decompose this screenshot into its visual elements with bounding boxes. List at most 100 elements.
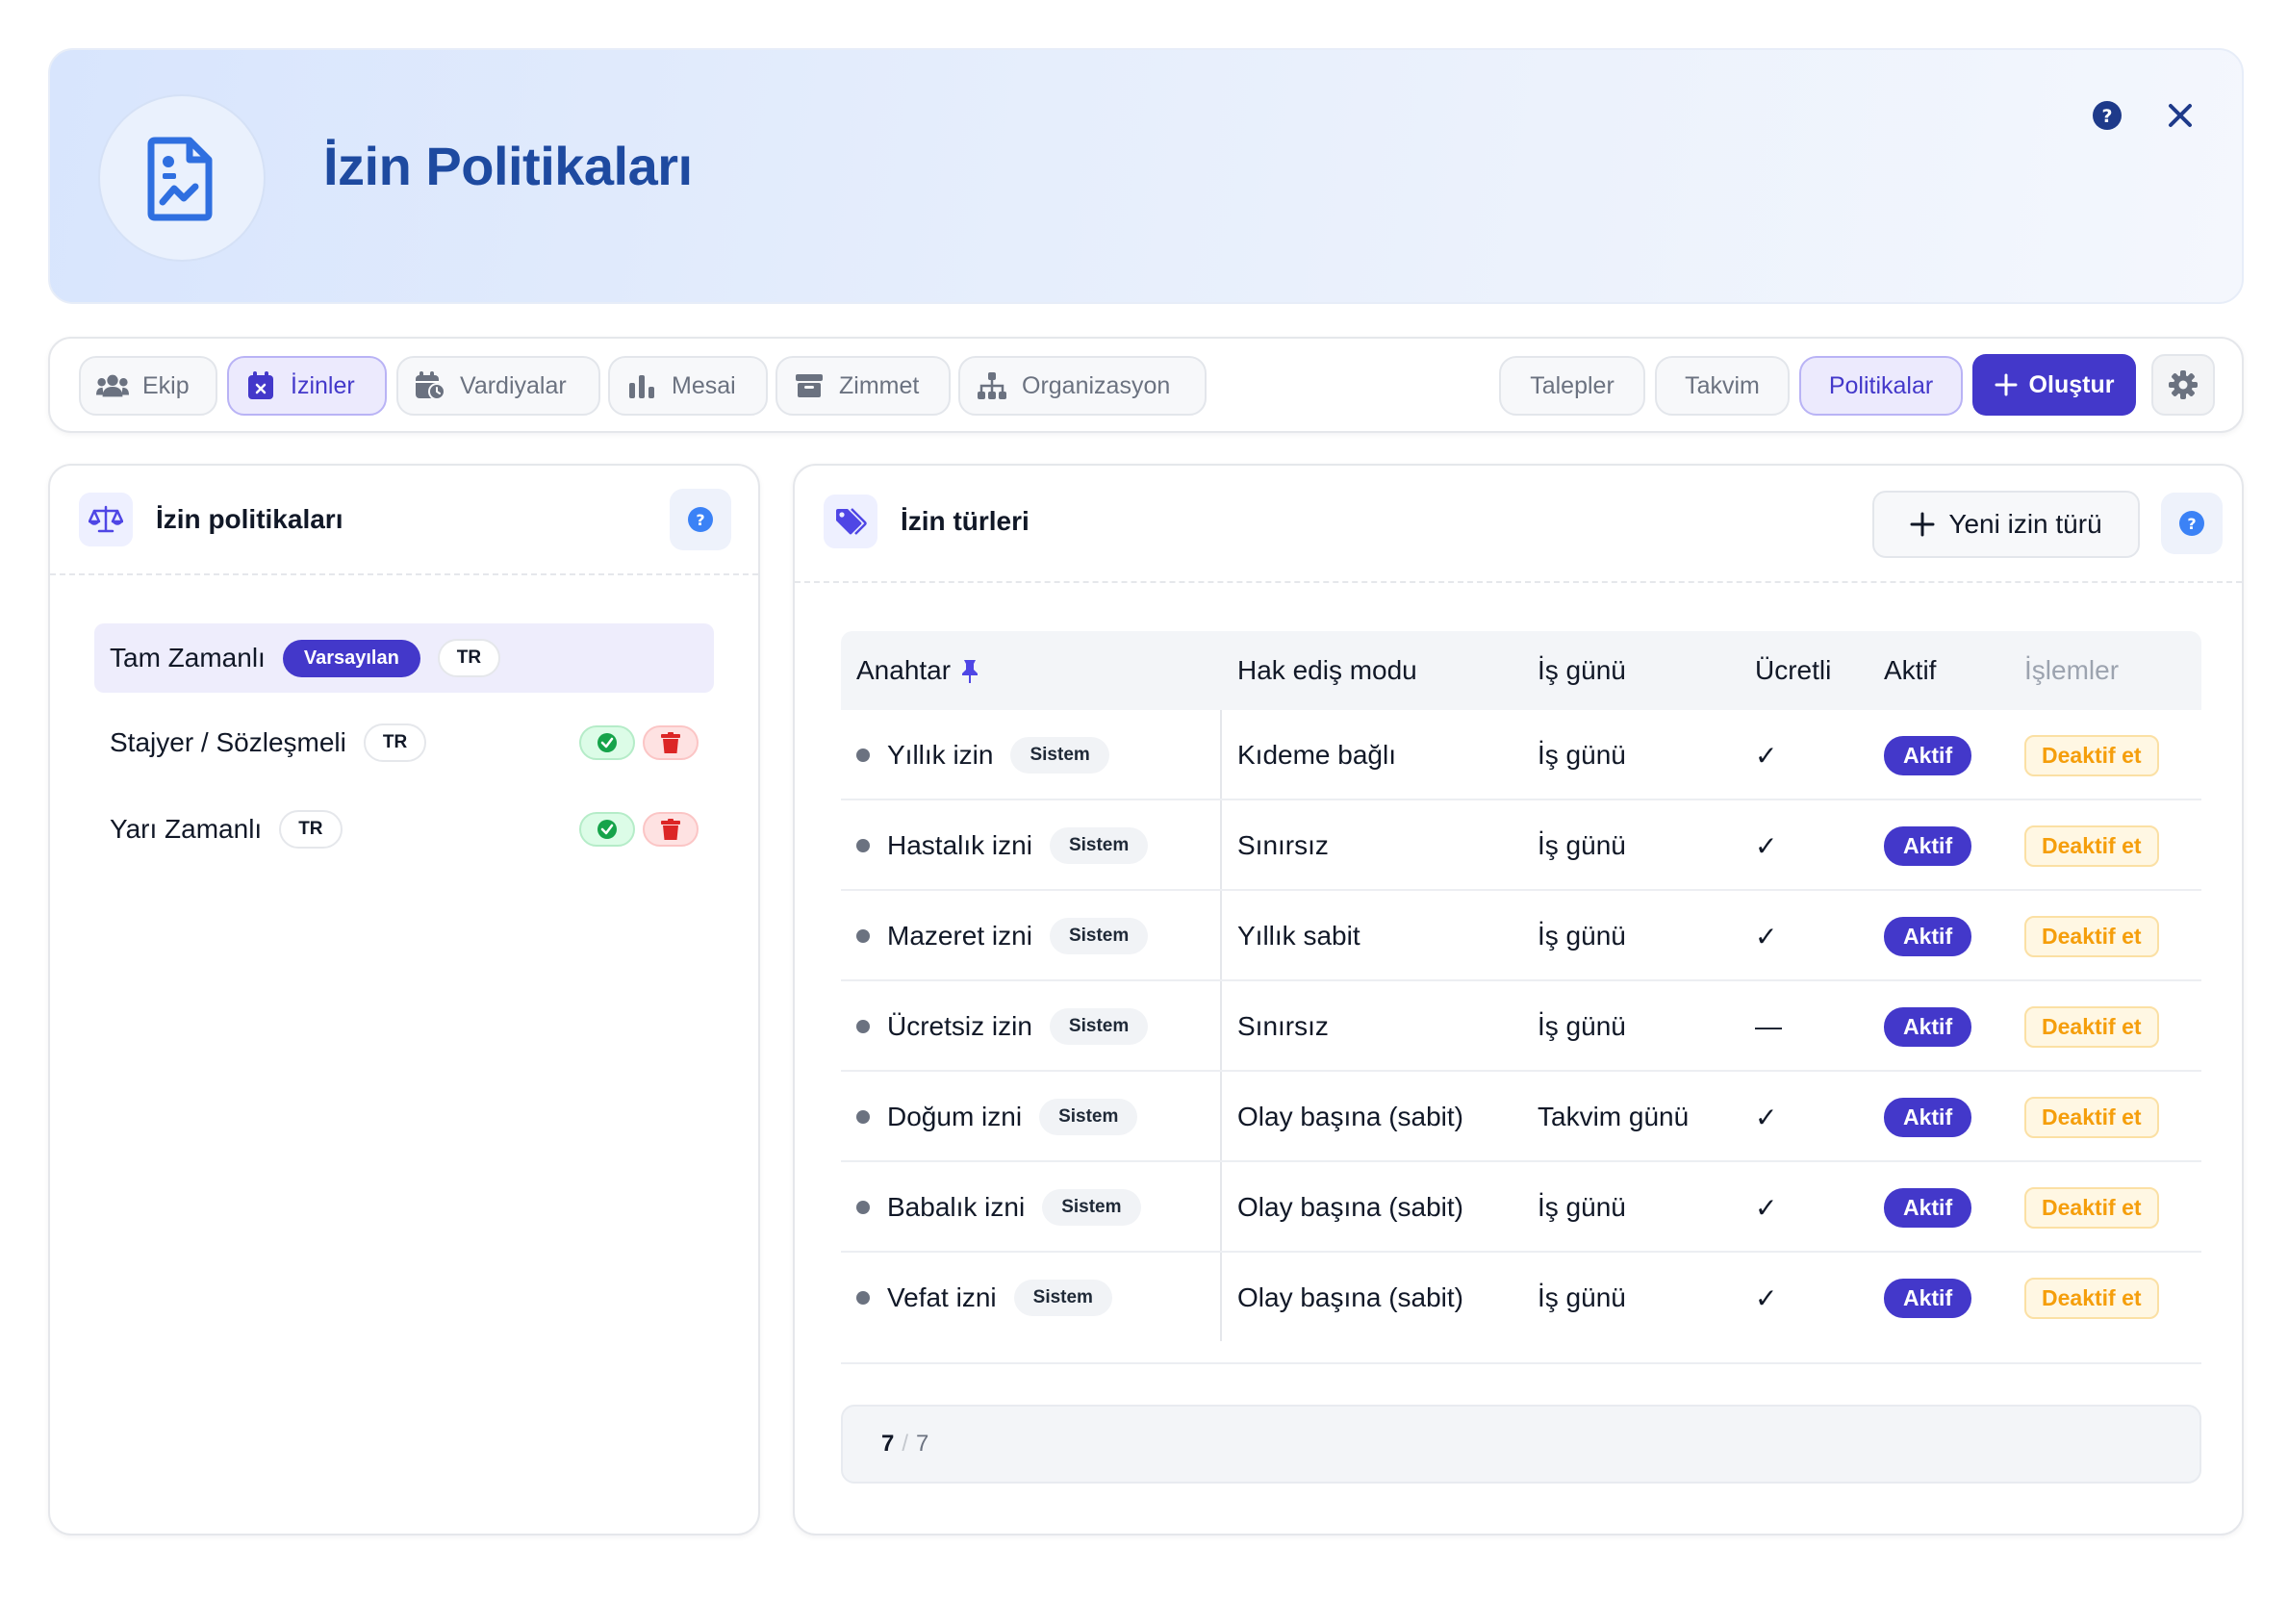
deactivate-button[interactable]: Deaktif et — [2024, 1005, 2159, 1048]
system-badge: Sistem — [1010, 737, 1109, 774]
page-current: 7 — [881, 1431, 895, 1457]
table-row: Vefat izni Sistem Olay başına (sabit) İş … — [841, 1253, 2201, 1343]
tab-zimmet[interactable]: Zimmet — [775, 356, 951, 416]
status-dot — [856, 1291, 870, 1305]
system-badge: Sistem — [1049, 918, 1149, 954]
tab-label: Zimmet — [839, 371, 920, 399]
system-badge: Sistem — [1042, 1189, 1141, 1226]
policy-actions — [579, 725, 699, 760]
deactivate-button[interactable]: Deaktif et — [2024, 915, 2159, 957]
day-type: İş günü — [1538, 1282, 1626, 1312]
subtab-takvim[interactable]: Takvim — [1655, 356, 1790, 416]
accrual-mode: Yıllık sabit — [1237, 921, 1360, 951]
deactivate-button[interactable]: Deaktif et — [2024, 1277, 2159, 1319]
create-button[interactable]: Oluştur — [1972, 354, 2136, 416]
gear-icon — [2169, 370, 2198, 399]
leave-types-panel: İzin türleri Yeni izin türü ? Anahtar Ha… — [793, 464, 2244, 1535]
subtab-label: Takvim — [1685, 371, 1760, 399]
pagination: 7 / 7 — [841, 1405, 2201, 1484]
active-badge: Aktif — [1884, 735, 1972, 775]
accrual-mode: Kıdeme bağlı — [1237, 740, 1396, 770]
set-default-button[interactable] — [579, 812, 635, 847]
header-icon-circle — [98, 94, 266, 262]
system-badge: Sistem — [1013, 1280, 1112, 1316]
subtab-talepler[interactable]: Talepler — [1499, 356, 1645, 416]
close-button[interactable] — [2151, 87, 2209, 144]
active-badge: Aktif — [1884, 1097, 1972, 1137]
policy-item[interactable]: Yarı Zamanlı TR — [94, 795, 714, 864]
deactivate-button[interactable]: Deaktif et — [2024, 825, 2159, 867]
org-chart-icon — [976, 369, 1008, 402]
col-aktif[interactable]: Aktif — [1884, 631, 1936, 710]
col-anahtar[interactable]: Anahtar — [856, 631, 979, 710]
paid-indicator: ✓ — [1755, 1192, 1778, 1223]
deactivate-button[interactable]: Deaktif et — [2024, 1186, 2159, 1229]
help-button[interactable]: ? — [2078, 87, 2136, 144]
set-default-button[interactable] — [579, 725, 635, 760]
policy-name: Stajyer / Sözleşmeli — [110, 727, 346, 757]
policies-panel: İzin politikaları ? Tam Zamanlı Varsayıl… — [48, 464, 760, 1535]
leave-types-help-button[interactable]: ? — [2161, 493, 2223, 554]
tab-vardiyalar[interactable]: Vardiyalar — [396, 356, 600, 416]
column-label: Anahtar — [856, 655, 952, 685]
day-type: İş günü — [1538, 740, 1626, 770]
leave-key: Babalık izni — [887, 1192, 1026, 1222]
default-badge: Varsayılan — [282, 639, 420, 677]
tab-ekip[interactable]: Ekip — [79, 356, 217, 416]
col-hak-edis-modu[interactable]: Hak ediş modu — [1237, 631, 1417, 710]
calendar-x-icon — [244, 369, 277, 402]
tab-label: Mesai — [672, 371, 736, 399]
leave-key: Hastalık izni — [887, 830, 1032, 860]
leave-key: Mazeret izni — [887, 921, 1032, 951]
status-dot — [856, 749, 870, 762]
create-label: Oluştur — [2028, 370, 2115, 398]
col-ucretli[interactable]: Ücretli — [1755, 631, 1831, 710]
check-circle-icon — [597, 819, 618, 840]
paid-indicator: ✓ — [1755, 740, 1778, 771]
paid-indicator: ✓ — [1755, 830, 1778, 861]
svg-text:?: ? — [696, 511, 704, 529]
day-type: İş günü — [1538, 921, 1626, 951]
leave-key: Ücretsiz izin — [887, 1011, 1032, 1041]
page-header: İzin Politikaları ? — [48, 48, 2244, 304]
deactivate-button[interactable]: Deaktif et — [2024, 734, 2159, 776]
calendar-clock-icon — [414, 369, 446, 402]
settings-button[interactable] — [2151, 354, 2215, 416]
main-nav: Ekip İzinler Vardiyalar Mesai Zimmet Org… — [48, 337, 2244, 433]
col-is-gunu[interactable]: İş günü — [1538, 631, 1626, 710]
system-badge: Sistem — [1049, 827, 1149, 864]
policies-help-button[interactable]: ? — [670, 489, 731, 550]
day-type: İş günü — [1538, 1192, 1626, 1222]
tab-izinler[interactable]: İzinler — [227, 356, 387, 416]
delete-button[interactable] — [643, 725, 699, 760]
subtab-politikalar[interactable]: Politikalar — [1799, 356, 1963, 416]
policies-panel-header: İzin politikaları ? — [50, 466, 758, 575]
help-icon: ? — [687, 506, 714, 533]
column-label: İş günü — [1538, 655, 1626, 685]
leave-types-title: İzin türleri — [901, 506, 1030, 536]
column-label: Hak ediş modu — [1237, 655, 1417, 685]
policy-item[interactable]: Tam Zamanlı Varsayılan TR — [94, 623, 714, 693]
system-badge: Sistem — [1039, 1099, 1138, 1135]
column-label: Ücretli — [1755, 655, 1832, 685]
leave-types-header: İzin türleri Yeni izin türü ? — [795, 466, 2242, 583]
policy-item[interactable]: Stajyer / Sözleşmeli TR — [94, 708, 714, 777]
page-title: İzin Politikaları — [323, 136, 693, 196]
tab-organizasyon[interactable]: Organizasyon — [958, 356, 1207, 416]
subtab-label: Talepler — [1530, 371, 1614, 399]
tab-mesai[interactable]: Mesai — [608, 356, 768, 416]
table-row: Yıllık izin Sistem Kıdeme bağlı İş günü ✓… — [841, 710, 2201, 800]
delete-button[interactable] — [643, 812, 699, 847]
status-dot — [856, 1201, 870, 1214]
close-icon — [2167, 102, 2194, 129]
lang-badge: TR — [279, 810, 343, 849]
table-row: Ücretsiz izin Sistem Sınırsız İş günü — A… — [841, 981, 2201, 1072]
accrual-mode: Sınırsız — [1237, 830, 1329, 860]
tab-label: Ekip — [142, 371, 190, 399]
table-row: Doğum izni Sistem Olay başına (sabit) Tak… — [841, 1072, 2201, 1162]
lang-badge: TR — [437, 639, 501, 677]
new-leave-type-button[interactable]: Yeni izin türü — [1872, 491, 2140, 558]
deactivate-button[interactable]: Deaktif et — [2024, 1096, 2159, 1138]
trash-icon — [661, 732, 680, 753]
accrual-mode: Olay başına (sabit) — [1237, 1102, 1463, 1131]
